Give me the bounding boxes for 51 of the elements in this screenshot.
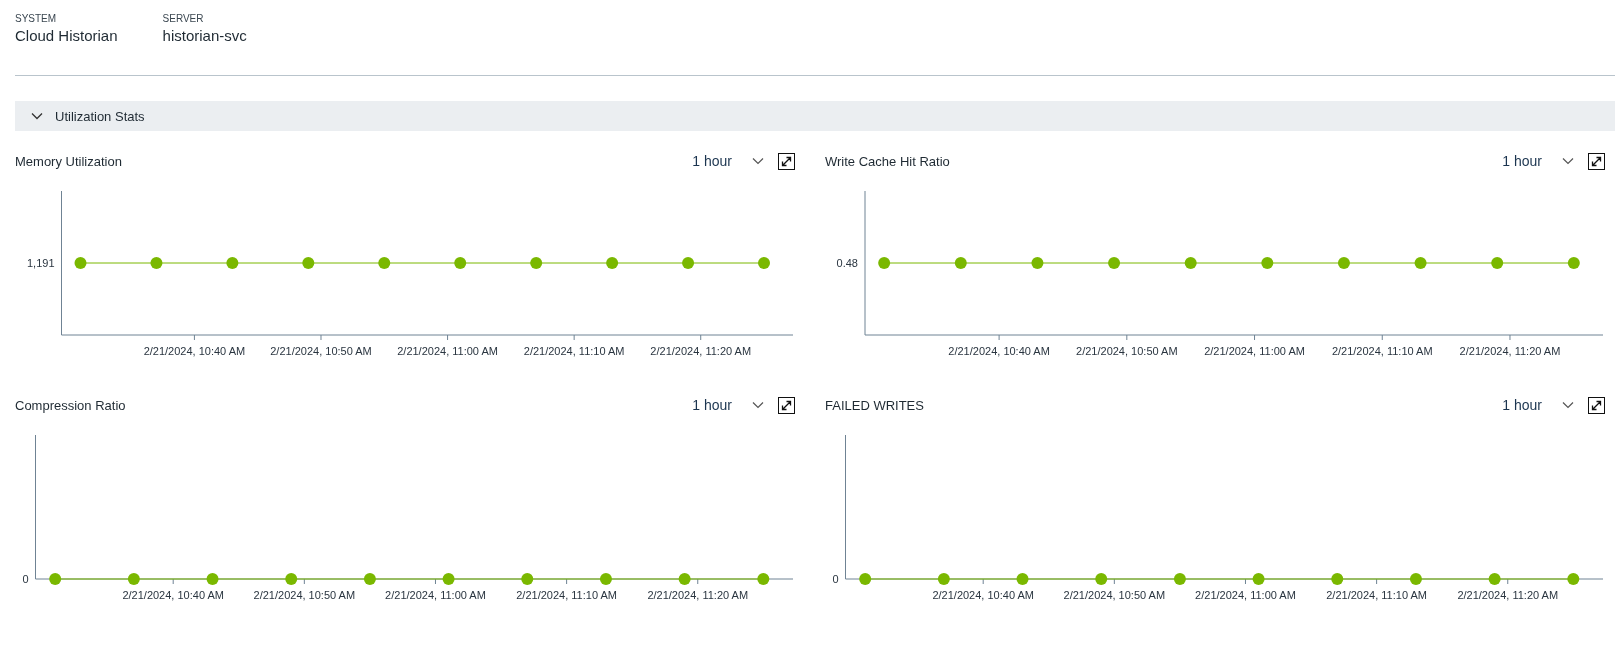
x-tick-label: 2/21/2024, 10:50 AM — [270, 345, 372, 357]
x-tick-label: 2/21/2024, 11:20 AM — [650, 345, 752, 357]
x-tick-label: 2/21/2024, 10:40 AM — [948, 345, 1050, 357]
time-range-dropdown[interactable]: 1 hour — [1498, 153, 1578, 169]
expand-button[interactable] — [1588, 396, 1605, 414]
chart-title: Write Cache Hit Ratio — [825, 153, 950, 169]
x-tick-label: 2/21/2024, 10:50 AM — [1063, 589, 1166, 601]
expand-icon — [781, 155, 792, 167]
chart-title: Compression Ratio — [15, 397, 126, 413]
time-range-dropdown[interactable]: 1 hour — [1498, 397, 1578, 413]
expand-icon — [1591, 399, 1602, 411]
chart-title: Memory Utilization — [15, 153, 122, 169]
x-tick-label: 2/21/2024, 10:40 AM — [143, 345, 246, 357]
y-axis-label: 1,191 — [26, 257, 55, 269]
y-axis-label: 0.48 — [836, 257, 858, 269]
x-tick-label: 2/21/2024, 11:00 AM — [1204, 345, 1305, 357]
x-tick-label: 2/21/2024, 10:50 AM — [1076, 345, 1178, 357]
x-tick-label: 2/21/2024, 11:20 AM — [1459, 345, 1561, 357]
x-tick-label: 2/21/2024, 10:40 AM — [932, 589, 1034, 601]
x-tick-label: 2/21/2024, 10:50 AM — [253, 589, 356, 601]
time-range-dropdown[interactable]: 1 hour — [688, 153, 768, 169]
expand-icon — [781, 399, 792, 411]
x-tick-label: 2/21/2024, 11:00 AM — [1195, 589, 1296, 601]
x-tick-label: 2/21/2024, 11:00 AM — [397, 345, 498, 357]
x-tick-label: 2/21/2024, 10:40 AM — [122, 589, 224, 601]
field-label: SYSTEM — [15, 13, 58, 24]
field-value: historian-svc — [162, 27, 247, 44]
time-range-dropdown[interactable]: 1 hour — [688, 397, 768, 413]
expand-icon — [1591, 155, 1602, 167]
x-tick-label: 2/21/2024, 11:10 AM — [516, 589, 617, 601]
caret-icon — [1562, 157, 1574, 165]
field-value: Cloud Historian — [15, 27, 118, 44]
caret-icon — [752, 157, 764, 165]
caret-icon — [1562, 401, 1574, 409]
chart-title: FAILED WRITES — [825, 397, 924, 413]
x-tick-label: 2/21/2024, 11:10 AM — [523, 345, 625, 357]
section-header[interactable]: Utilization Stats — [15, 101, 1615, 131]
x-tick-label: 2/21/2024, 11:10 AM — [1331, 345, 1433, 357]
caret-icon — [752, 401, 764, 409]
x-tick-label: 2/21/2024, 11:20 AM — [647, 589, 749, 601]
x-tick-label: 2/21/2024, 11:10 AM — [1326, 589, 1427, 601]
chevron-icon — [31, 112, 43, 120]
expand-button[interactable] — [778, 152, 795, 170]
field-label: SERVER — [162, 13, 205, 24]
expand-button[interactable] — [1588, 152, 1605, 170]
x-tick-label: 2/21/2024, 11:00 AM — [385, 589, 486, 601]
section-title: Utilization Stats — [55, 108, 145, 124]
x-tick-label: 2/21/2024, 11:20 AM — [1457, 589, 1559, 601]
y-axis-label: 0 — [832, 573, 839, 585]
expand-button[interactable] — [778, 396, 795, 414]
y-axis-label: 0 — [22, 573, 29, 585]
